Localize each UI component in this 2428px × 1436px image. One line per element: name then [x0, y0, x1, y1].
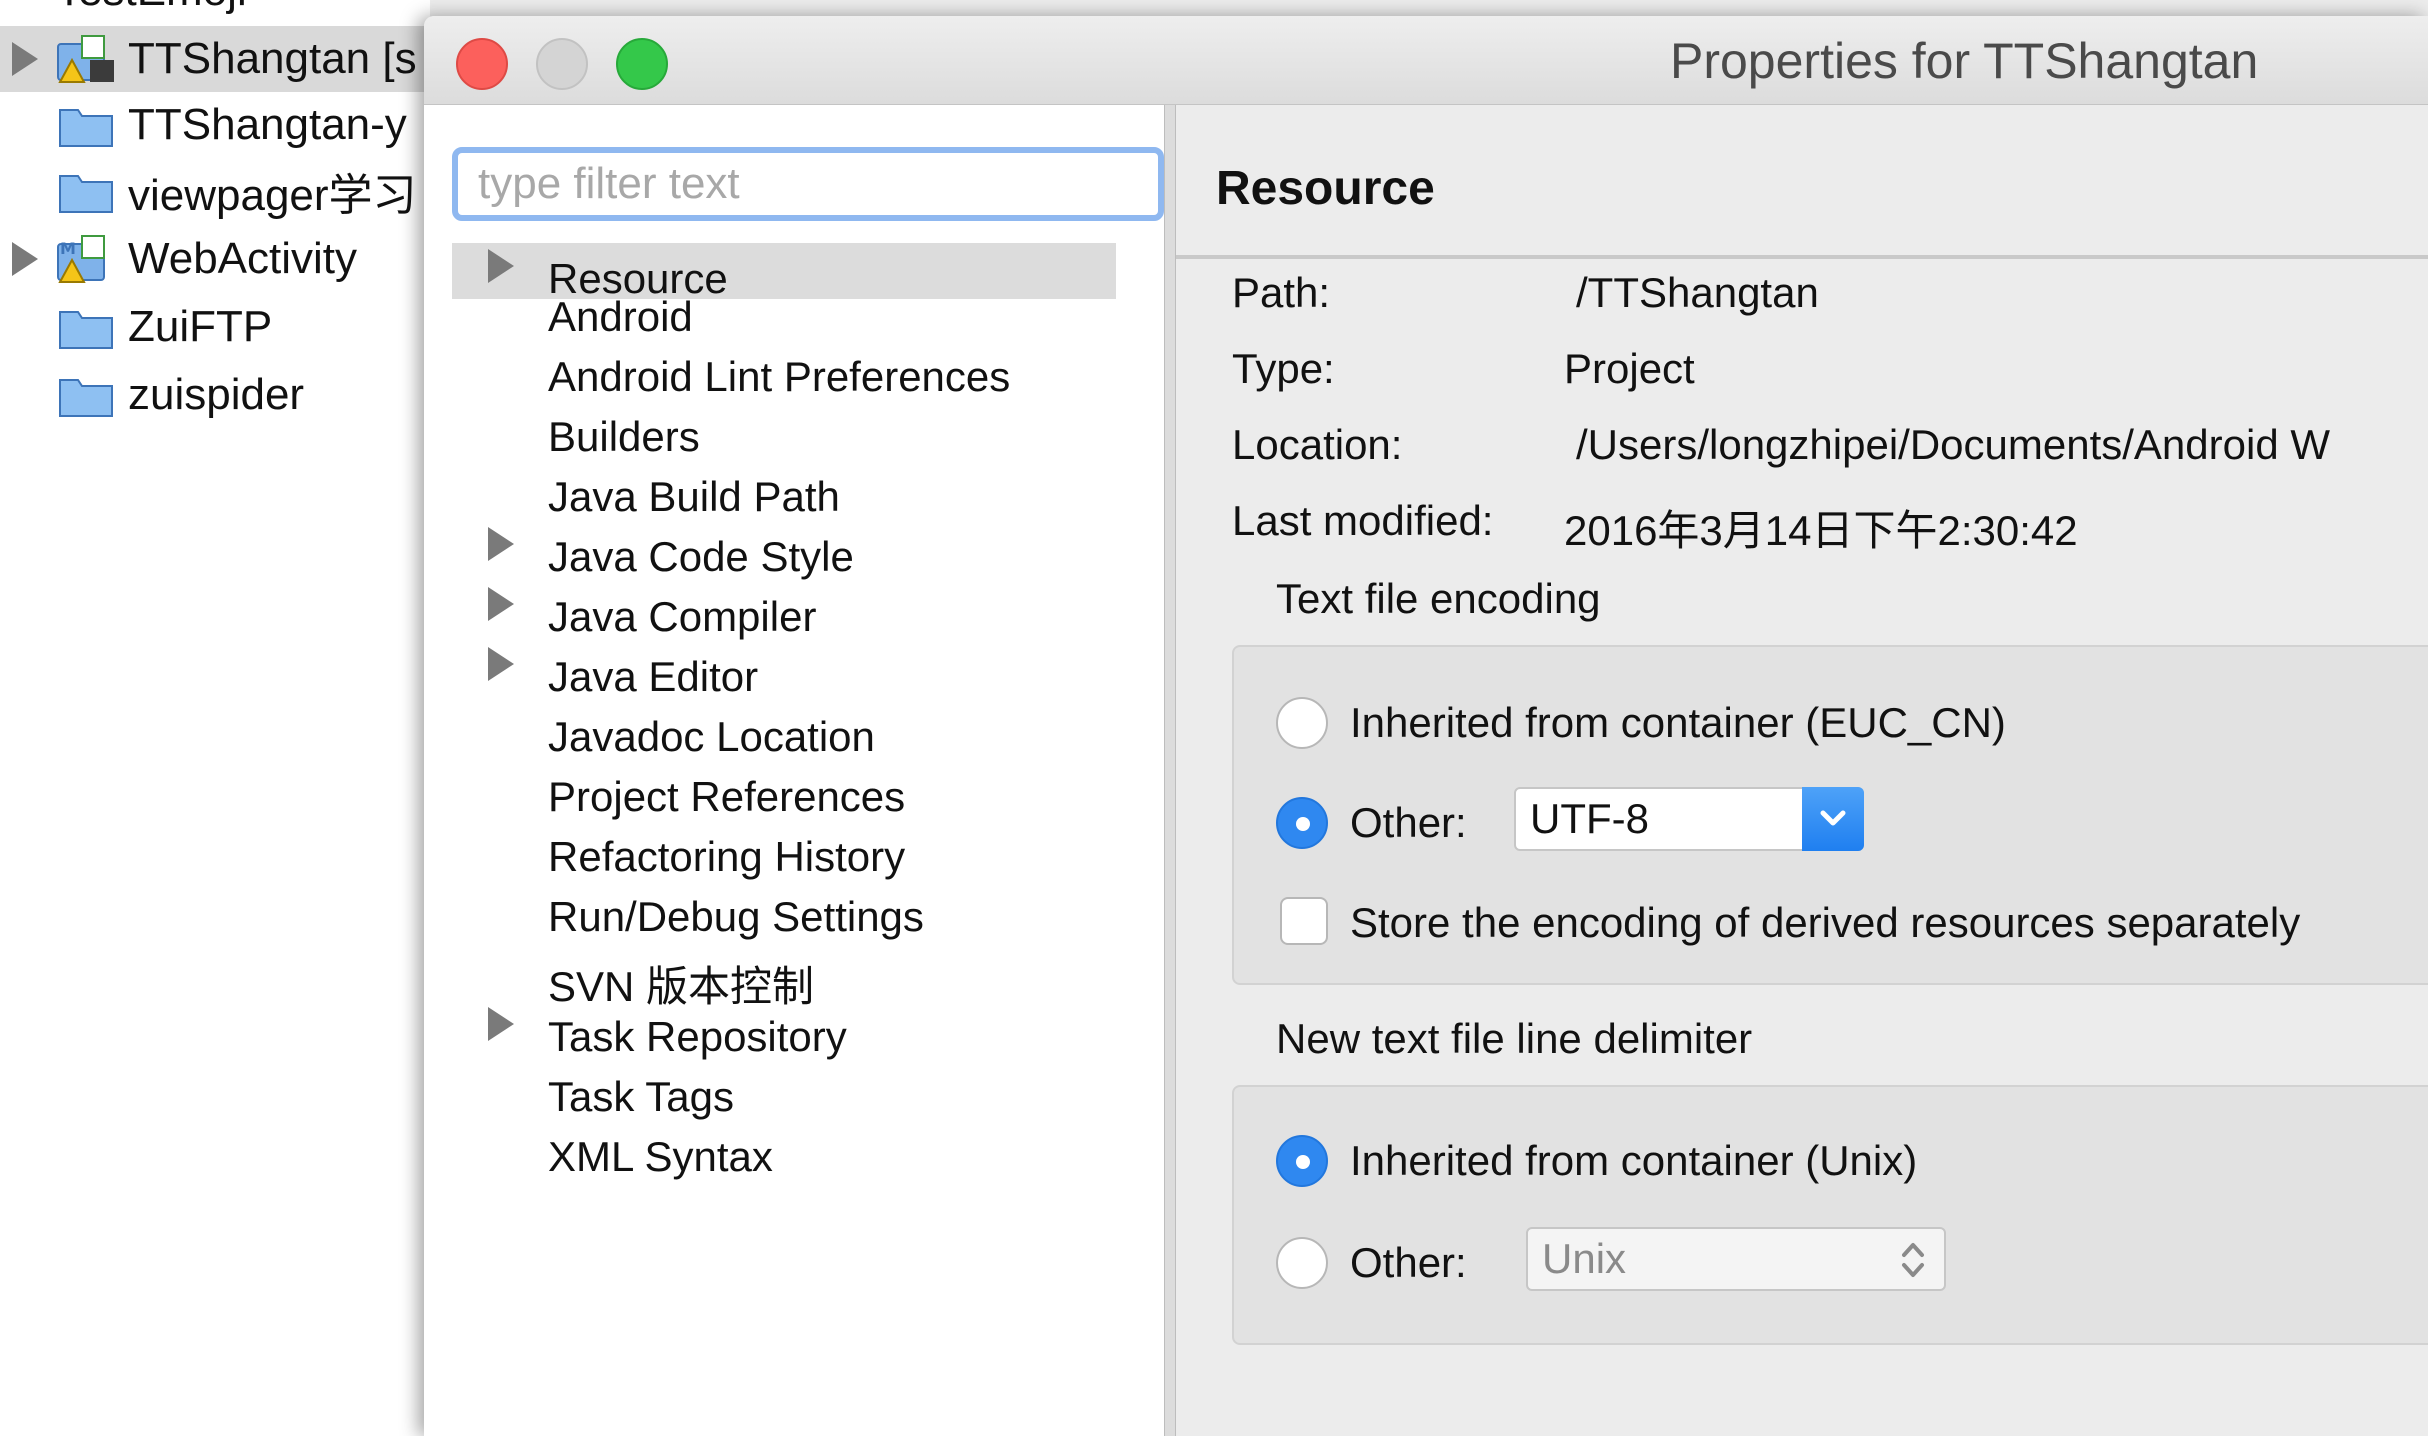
- nav-item-label: XML Syntax: [548, 1133, 773, 1180]
- nav-item-android[interactable]: Android: [452, 281, 1116, 340]
- explorer-partial-item[interactable]: TestEmoji: [56, 0, 247, 16]
- folder-icon: [59, 379, 113, 417]
- properties-dialog: Properties for TTShangtan Resource Andro…: [424, 16, 2428, 1436]
- nav-item-label: Run/Debug Settings: [548, 893, 924, 940]
- nav-item-label: Java Code Style: [548, 533, 854, 580]
- folder-icon: [59, 109, 113, 147]
- encoding-other-radio[interactable]: [1276, 797, 1328, 849]
- expand-arrow-icon[interactable]: [488, 587, 514, 621]
- expand-arrow-icon[interactable]: [488, 647, 514, 681]
- explorer-item-label: zuispider: [128, 370, 305, 419]
- minimize-icon[interactable]: [536, 38, 588, 90]
- location-label: Location:: [1232, 421, 1403, 468]
- nav-item-refactoring-history[interactable]: Refactoring History: [452, 821, 1116, 880]
- encoding-select[interactable]: UTF-8: [1514, 787, 1864, 851]
- nav-item-javadoc-location[interactable]: Javadoc Location: [452, 701, 1116, 760]
- explorer-item-ttshangtan-y[interactable]: TTShangtan-y: [0, 92, 430, 158]
- encoding-inherited-label: Inherited from container (EUC_CN): [1350, 699, 2006, 746]
- close-icon[interactable]: [456, 38, 508, 90]
- explorer-item-zuispider[interactable]: zuispider: [0, 362, 430, 428]
- nav-item-java-compiler[interactable]: Java Compiler: [452, 581, 1116, 640]
- nav-item-run-debug-settings[interactable]: Run/Debug Settings: [452, 881, 1116, 940]
- folder-icon: [59, 175, 113, 213]
- dialog-titlebar[interactable]: Properties for TTShangtan: [424, 16, 2428, 105]
- explorer-item-webactivity[interactable]: M WebActivity: [0, 226, 430, 292]
- page-title: Resource: [1216, 162, 1435, 215]
- delimiter-select[interactable]: Unix: [1526, 1227, 1946, 1291]
- encoding-other-label: Other:: [1350, 799, 1467, 846]
- expand-arrow-icon[interactable]: [488, 1007, 514, 1041]
- location-value: /Users/longzhipei/Documents/Android W: [1576, 421, 2330, 468]
- store-derived-encoding-label: Store the encoding of derived resources …: [1350, 899, 2301, 946]
- path-label: Path:: [1232, 269, 1331, 316]
- nav-item-label: Android Lint Preferences: [548, 353, 1011, 400]
- explorer-item-label: WebActivity: [128, 234, 358, 283]
- nav-item-task-tags[interactable]: Task Tags: [452, 1061, 1116, 1120]
- nav-item-label: Java Build Path: [548, 473, 840, 520]
- nav-item-label: Refactoring History: [548, 833, 906, 880]
- expand-arrow-icon[interactable]: [12, 42, 38, 76]
- nav-item-label: Project References: [548, 773, 906, 820]
- explorer-item-ttshangtan[interactable]: TTShangtan [s: [0, 26, 430, 92]
- type-value: Project: [1564, 345, 1695, 392]
- nav-item-android-lint[interactable]: Android Lint Preferences: [452, 341, 1116, 400]
- text-encoding-group: Inherited from container (EUC_CN) Other:…: [1232, 645, 2428, 985]
- up-down-chevron-icon: [1902, 1243, 1924, 1277]
- nav-item-svn[interactable]: SVN 版本控制: [452, 941, 1116, 1010]
- zoom-icon[interactable]: [616, 38, 668, 90]
- property-page-nav: Resource Android Android Lint Preference…: [424, 105, 1164, 1436]
- nav-item-xml-syntax[interactable]: XML Syntax: [452, 1121, 1116, 1180]
- nav-item-label: Android: [548, 293, 693, 340]
- filter-input[interactable]: [452, 147, 1164, 221]
- explorer-item-label: TTShangtan [s: [128, 34, 417, 83]
- path-value: /TTShangtan: [1576, 269, 1819, 316]
- nav-item-label: Task Tags: [548, 1073, 734, 1120]
- nav-item-project-references[interactable]: Project References: [452, 761, 1116, 820]
- nav-item-label: Javadoc Location: [548, 713, 875, 760]
- expand-arrow-icon[interactable]: [488, 249, 514, 283]
- nav-item-label: Builders: [548, 413, 700, 460]
- svg-text:M: M: [60, 239, 76, 258]
- android-project-warning-icon: [57, 35, 114, 83]
- line-delimiter-group-title: New text file line delimiter: [1276, 1015, 1753, 1062]
- expand-arrow-icon[interactable]: [12, 242, 38, 276]
- explorer-item-viewpager[interactable]: viewpager学习: [0, 158, 430, 224]
- delimiter-other-radio[interactable]: [1276, 1237, 1328, 1289]
- last-modified-label: Last modified:: [1232, 497, 1494, 544]
- divider: [1176, 255, 2428, 259]
- chevron-down-icon: [1820, 810, 1846, 826]
- resource-page: Resource Path: /TTShangtan Type: Project…: [1176, 105, 2428, 1436]
- nav-item-java-build-path[interactable]: Java Build Path: [452, 461, 1116, 520]
- delimiter-inherited-label: Inherited from container (Unix): [1350, 1137, 1918, 1184]
- nav-item-java-editor[interactable]: Java Editor: [452, 641, 1116, 700]
- dropdown-button[interactable]: [1802, 787, 1864, 851]
- maven-project-warning-icon: M: [57, 235, 105, 283]
- encoding-inherited-radio[interactable]: [1276, 697, 1328, 749]
- explorer-item-zuiftp[interactable]: ZuiFTP: [0, 294, 430, 360]
- nav-item-task-repository[interactable]: Task Repository: [452, 1001, 1116, 1060]
- folder-icon: [59, 311, 113, 349]
- explorer-item-label: viewpager学习: [128, 171, 417, 220]
- encoding-select-value: UTF-8: [1530, 795, 1649, 842]
- text-encoding-group-title: Text file encoding: [1276, 575, 1601, 622]
- nav-item-label: Java Compiler: [548, 593, 817, 640]
- nav-item-label: Java Editor: [548, 653, 759, 700]
- delimiter-other-label: Other:: [1350, 1239, 1467, 1286]
- expand-arrow-icon[interactable]: [488, 527, 514, 561]
- delimiter-inherited-radio[interactable]: [1276, 1135, 1328, 1187]
- line-delimiter-group: Inherited from container (Unix) Other: U…: [1232, 1085, 2428, 1345]
- type-label: Type:: [1232, 345, 1335, 392]
- last-modified-value: 2016年3月14日下午2:30:42: [1564, 507, 2078, 554]
- nav-item-label: Task Repository: [548, 1013, 847, 1060]
- panel-splitter[interactable]: [1164, 105, 1176, 1436]
- explorer-item-label: TTShangtan-y: [128, 100, 407, 149]
- store-derived-encoding-checkbox[interactable]: [1280, 897, 1328, 945]
- delimiter-select-value: Unix: [1542, 1235, 1627, 1282]
- explorer-item-label: ZuiFTP: [128, 302, 273, 351]
- nav-item-java-code-style[interactable]: Java Code Style: [452, 521, 1116, 580]
- project-explorer: TestEmoji TTShangtan [s TTShangtan-y vie…: [0, 0, 430, 1436]
- dialog-title: Properties for TTShangtan: [1670, 33, 2259, 89]
- nav-item-builders[interactable]: Builders: [452, 401, 1116, 460]
